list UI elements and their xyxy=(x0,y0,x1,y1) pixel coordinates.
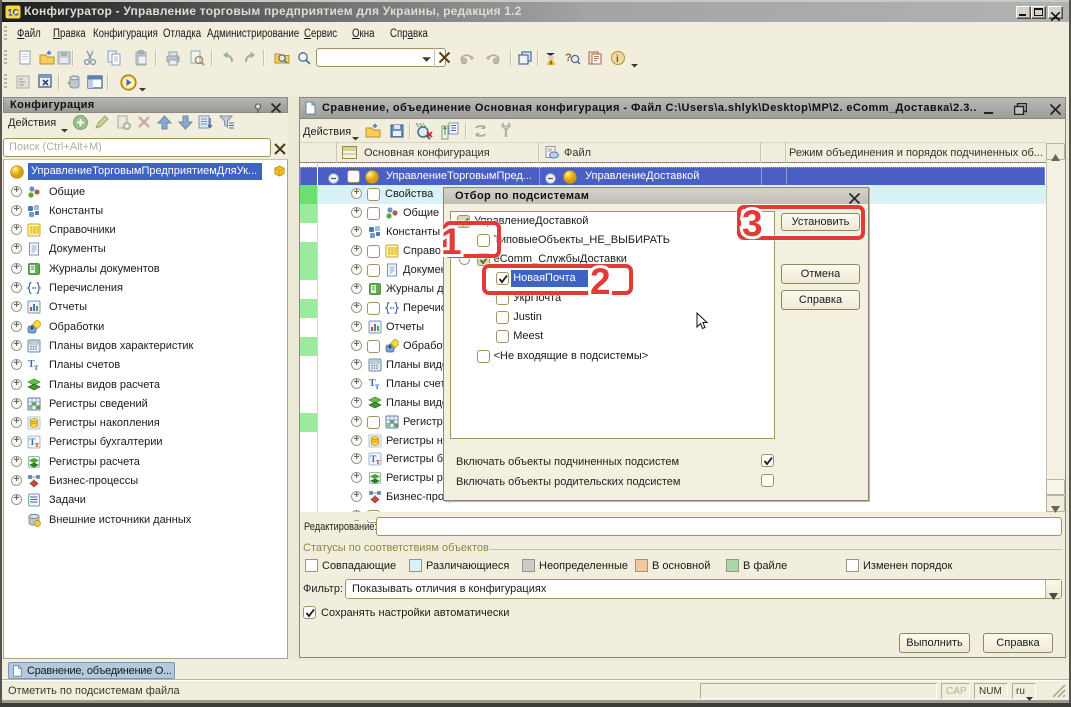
svg-text:т: т xyxy=(375,381,380,391)
svg-text:i: i xyxy=(616,54,619,65)
svg-text:т: т xyxy=(35,440,39,449)
svg-text:т: т xyxy=(376,457,380,466)
svg-text:т: т xyxy=(34,362,39,372)
